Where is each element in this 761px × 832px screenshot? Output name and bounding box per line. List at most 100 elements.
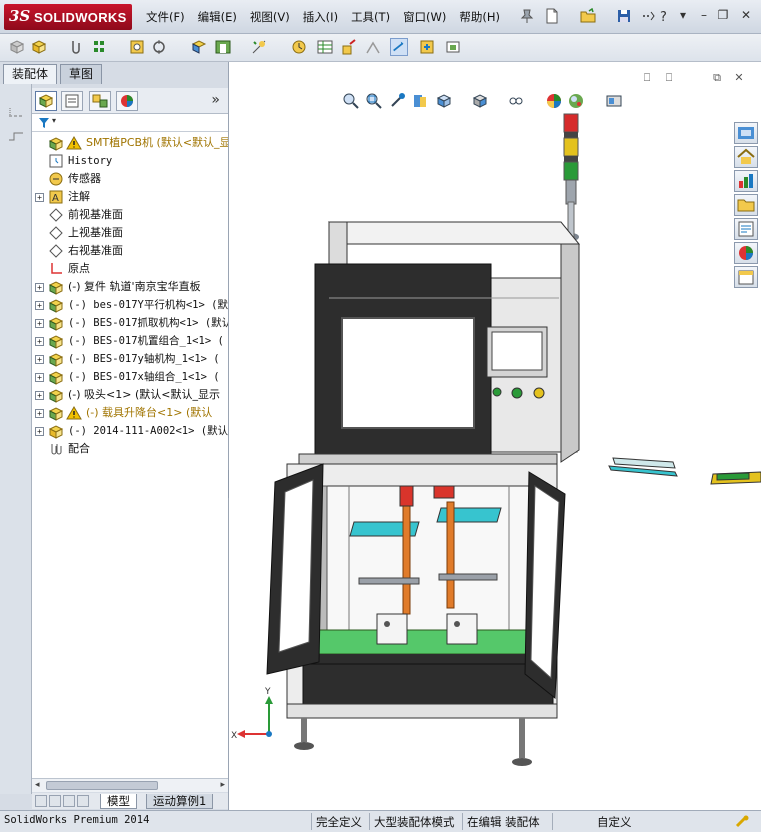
close-icon[interactable]: ✕ xyxy=(739,8,753,22)
linear-pattern-icon[interactable] xyxy=(92,38,110,56)
more-tabs-chevron-icon[interactable]: » xyxy=(211,92,220,108)
scrollbar-thumb[interactable] xyxy=(46,781,158,790)
feature-manager-tab[interactable] xyxy=(35,91,57,111)
step-line-icon[interactable] xyxy=(8,130,24,142)
expand-plus-icon[interactable]: + xyxy=(35,319,44,328)
tree-node[interactable]: + (-) 载具升降台<1> (默认 xyxy=(32,404,228,422)
expand-plus-icon[interactable]: + xyxy=(35,301,44,310)
solidworks-logo[interactable]: 3S SOLIDWORKS xyxy=(4,4,132,30)
task-pane-home[interactable] xyxy=(734,146,758,168)
filter-dropdown-icon[interactable]: ▾ xyxy=(52,116,56,125)
tree-node[interactable]: + A 注解 xyxy=(32,188,228,206)
upper-housing[interactable] xyxy=(314,221,581,463)
restore-icon[interactable]: ❐ xyxy=(716,8,730,22)
tree-node[interactable]: History xyxy=(32,152,228,170)
exploded-view-icon[interactable] xyxy=(340,38,358,56)
task-pane-file-explorer[interactable] xyxy=(734,194,758,216)
menu-view[interactable]: 视图(V) xyxy=(250,9,290,25)
tree-node[interactable]: 上视基准面 xyxy=(32,224,228,242)
reference-geometry-icon[interactable] xyxy=(250,38,268,56)
property-manager-tab[interactable] xyxy=(61,91,83,111)
expand-plus-icon[interactable]: + xyxy=(35,337,44,346)
print-options-icon[interactable] xyxy=(640,8,656,24)
scroll-left-icon[interactable]: ◂ xyxy=(35,780,40,790)
menu-edit[interactable]: 编辑(E) xyxy=(198,9,237,25)
minimize-icon[interactable]: – xyxy=(697,8,711,22)
menu-file[interactable]: 文件(F) xyxy=(146,9,185,25)
expand-plus-icon[interactable]: + xyxy=(35,283,44,292)
status-units-custom[interactable]: 自定义 xyxy=(597,814,632,830)
sketch-dots-icon[interactable] xyxy=(8,106,24,118)
configuration-manager-tab[interactable] xyxy=(89,91,111,111)
task-pane-custom-properties[interactable] xyxy=(734,266,758,288)
tree-node[interactable]: + (-) bes-017Y平行机构<1> (默 xyxy=(32,296,228,314)
tree-horizontal-scrollbar[interactable]: ◂ ▸ xyxy=(32,778,228,792)
bill-of-materials-icon[interactable] xyxy=(316,38,334,56)
tab-sketch[interactable]: 草图 xyxy=(60,64,103,84)
update-speedpak-icon[interactable] xyxy=(418,38,436,56)
left-door[interactable] xyxy=(266,463,324,675)
help-dropdown-chevron-icon[interactable]: ▾ xyxy=(676,8,690,22)
tab-motion-study[interactable]: 运动算例1 xyxy=(146,794,214,809)
open-folder-icon[interactable] xyxy=(580,8,596,24)
floating-part-tray[interactable] xyxy=(608,457,761,485)
last-tab-nav-icon[interactable] xyxy=(77,795,89,807)
expand-plus-icon[interactable]: + xyxy=(35,409,44,418)
tree-node[interactable]: 前视基准面 xyxy=(32,206,228,224)
graphics-area[interactable]: ⎕ ⎕ ⧉ ✕ Y X xyxy=(229,62,761,810)
explode-line-sketch-icon[interactable] xyxy=(364,38,382,56)
scroll-right-icon[interactable]: ▸ xyxy=(220,780,225,790)
tree-node[interactable]: 右视基准面 xyxy=(32,242,228,260)
rebuild-indicator-icon[interactable] xyxy=(734,814,750,830)
smart-fasteners-icon[interactable] xyxy=(128,38,146,56)
tree-node[interactable]: SMT植PCB机 (默认<默认_显示 xyxy=(32,134,228,152)
machine-model[interactable]: Y X xyxy=(229,62,761,810)
mate-icon[interactable] xyxy=(68,38,86,56)
assembly-features-icon[interactable] xyxy=(214,38,232,56)
task-pane-design-library[interactable] xyxy=(734,170,758,192)
lower-cabinet[interactable] xyxy=(286,453,558,719)
tree-node[interactable]: + (-) BES-017抓取机构<1> (默认 xyxy=(32,314,228,332)
move-component-icon[interactable] xyxy=(150,38,168,56)
next-tab-nav-icon[interactable] xyxy=(63,795,75,807)
tree-node[interactable]: + (-) 2014-111-A002<1> (默认 xyxy=(32,422,228,440)
menu-window[interactable]: 窗口(W) xyxy=(403,9,446,25)
menu-insert[interactable]: 插入(I) xyxy=(303,9,338,25)
tree-node[interactable]: + (-) BES-017机置组合_1<1> ( xyxy=(32,332,228,350)
expand-plus-icon[interactable]: + xyxy=(35,391,44,400)
expand-plus-icon[interactable]: + xyxy=(35,355,44,364)
tree-filter-row[interactable]: ▾ xyxy=(32,114,228,132)
save-icon[interactable] xyxy=(616,8,632,24)
tree-node[interactable]: + (-) BES-017x轴组合_1<1> ( xyxy=(32,368,228,386)
show-hidden-icon[interactable] xyxy=(190,38,208,56)
task-pane-appearances[interactable] xyxy=(734,242,758,264)
tab-assembly[interactable]: 装配体 xyxy=(3,64,58,84)
tree-node[interactable]: + (-) 复件 轨道'南京宝华直板 xyxy=(32,278,228,296)
expand-plus-icon[interactable]: + xyxy=(35,193,44,202)
menu-help[interactable]: 帮助(H) xyxy=(459,9,500,25)
menu-tools[interactable]: 工具(T) xyxy=(351,9,390,25)
tree-node[interactable]: 配合 xyxy=(32,440,228,458)
filter-funnel-icon[interactable] xyxy=(38,117,50,129)
help-question-icon[interactable]: ? xyxy=(656,8,672,24)
new-motion-study-icon[interactable] xyxy=(290,38,308,56)
prev-tab-nav-icon[interactable] xyxy=(49,795,61,807)
task-pane-resources[interactable] xyxy=(734,122,758,144)
tree-node[interactable]: + (-) 吸头<1> (默认<默认_显示 xyxy=(32,386,228,404)
instant3d-icon[interactable] xyxy=(390,38,408,56)
expand-plus-icon[interactable]: + xyxy=(35,427,44,436)
take-snapshot-icon[interactable] xyxy=(444,38,462,56)
right-door[interactable] xyxy=(524,471,566,700)
tree-node[interactable]: + (-) BES-017y轴机构_1<1> ( xyxy=(32,350,228,368)
display-manager-tab[interactable] xyxy=(116,91,138,111)
first-tab-nav-icon[interactable] xyxy=(35,795,47,807)
tree-node[interactable]: 原点 xyxy=(32,260,228,278)
pin-icon[interactable] xyxy=(519,8,535,24)
tab-model[interactable]: 模型 xyxy=(100,794,137,809)
expand-plus-icon[interactable]: + xyxy=(35,373,44,382)
signal-tower[interactable] xyxy=(563,113,579,241)
edit-component-icon[interactable] xyxy=(8,38,26,56)
task-pane-view-palette[interactable] xyxy=(734,218,758,240)
new-document-icon[interactable] xyxy=(544,8,560,24)
insert-component-icon[interactable] xyxy=(30,38,48,56)
